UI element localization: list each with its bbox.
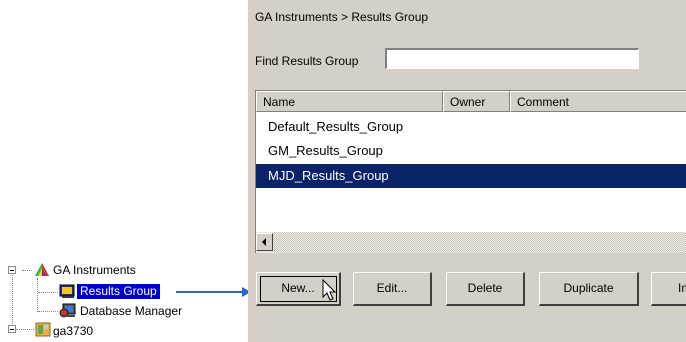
results-group-panel: GA Instruments > Results Group Find Resu… [248,0,686,342]
tree-connector [12,275,13,328]
table-row[interactable]: GM_Results_Group [256,139,686,163]
breadcrumb: GA Instruments > Results Group [255,10,429,24]
collapse-toggle[interactable] [8,266,16,274]
tree-connector [38,292,58,293]
find-results-group-label: Find Results Group [255,54,359,68]
column-header-name[interactable]: Name [256,91,443,112]
delete-button[interactable]: Delete [446,272,525,306]
edit-button[interactable]: Edit... [353,272,432,306]
duplicate-button[interactable]: Duplicate [539,272,639,306]
tree-connector [22,270,32,271]
table-row-selected[interactable]: MJD_Results_Group [256,164,686,188]
tree-item-ga-instruments[interactable]: GA Instruments [53,263,136,278]
tree-connector [16,329,34,330]
scroll-left-icon[interactable] [256,233,273,251]
table-header: Name Owner Comment [256,91,686,112]
database-manager-icon [59,303,76,318]
tree-item-database-manager[interactable]: Database Manager [80,304,182,319]
tree-connector [38,311,58,312]
horizontal-scrollbar[interactable] [256,232,686,253]
tree-item-ga3730[interactable]: ga3730 [53,324,93,339]
instrument-icon [35,322,51,337]
column-header-comment[interactable]: Comment [510,91,686,112]
import-button[interactable]: Im [651,272,686,306]
column-header-owner[interactable]: Owner [443,91,510,112]
table-row[interactable]: Default_Results_Group [256,115,686,139]
mouse-pointer-icon [322,278,338,303]
find-results-group-input[interactable] [385,48,639,69]
pyramid-icon [34,262,50,277]
collapse-toggle[interactable] [8,325,16,333]
results-group-table: Name Owner Comment Default_Results_Group… [255,90,686,253]
results-group-icon [59,284,75,299]
tree-connector [37,278,38,312]
pointer-arrow-line [176,291,244,293]
tree-item-results-group[interactable]: Results Group [76,283,161,300]
scroll-track[interactable] [273,232,686,253]
